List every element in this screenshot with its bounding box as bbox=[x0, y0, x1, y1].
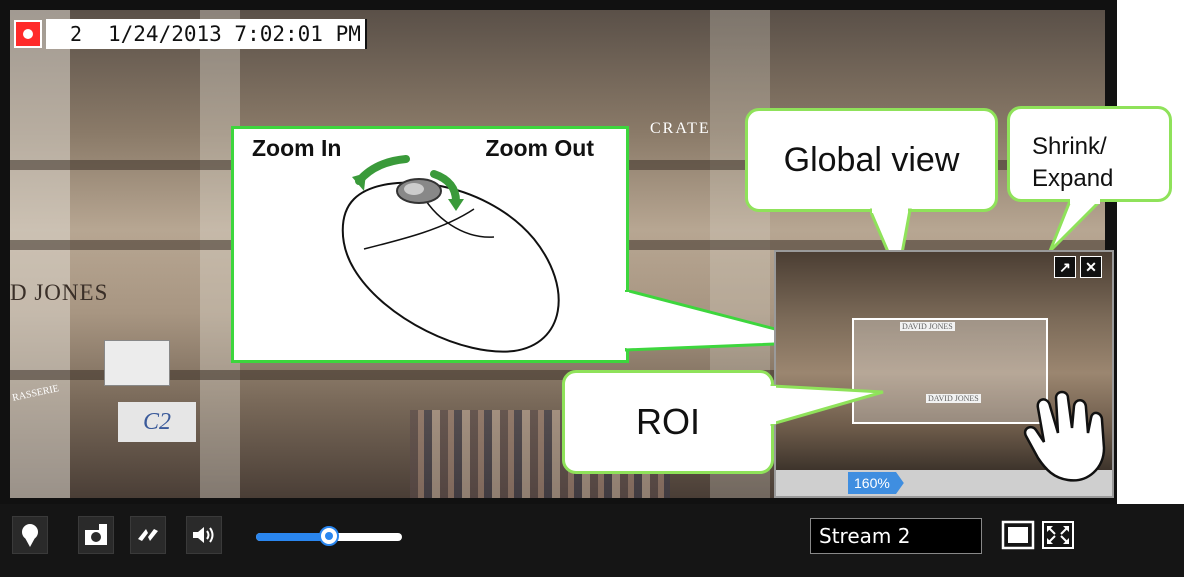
roi-label: ROI bbox=[635, 401, 700, 442]
mouse-zoom-callout: Zoom In Zoom Out bbox=[231, 126, 629, 363]
mouse-icon bbox=[341, 155, 560, 353]
control-toolbar: Stream 2 bbox=[0, 504, 1184, 577]
store-sign: D JONES bbox=[10, 280, 109, 305]
shrink-label: Shrink/ bbox=[1032, 133, 1107, 160]
snapshot-button[interactable] bbox=[78, 516, 114, 554]
timestamp: 1/24/2013 7:02:01 PM bbox=[106, 19, 367, 49]
cafe-sign bbox=[104, 340, 170, 386]
snapshot-icon bbox=[85, 524, 107, 545]
close-icon[interactable]: ✕ bbox=[1080, 256, 1102, 278]
shrink-expand-callout: Shrink/Expand bbox=[1007, 106, 1172, 202]
scene-pillar bbox=[10, 10, 70, 498]
fit-window-button[interactable] bbox=[1000, 516, 1036, 554]
record-icon[interactable] bbox=[14, 20, 42, 48]
stream-selector[interactable]: Stream 2 bbox=[810, 518, 982, 554]
volume-slider[interactable] bbox=[256, 526, 402, 546]
crate-sign: CRATE bbox=[650, 120, 711, 137]
expand-label: Expand bbox=[1032, 165, 1114, 192]
fit-window-icon bbox=[1001, 520, 1035, 550]
callout-pointer bbox=[768, 384, 884, 426]
hand-cursor-icon bbox=[1023, 390, 1106, 482]
fullscreen-button[interactable] bbox=[1040, 516, 1076, 554]
marker-icon bbox=[22, 524, 38, 547]
roi-callout: ROI bbox=[562, 370, 774, 474]
volume-slider-knob[interactable] bbox=[319, 526, 339, 546]
fullscreen-icon bbox=[1042, 521, 1074, 549]
c2-sign: C2 bbox=[118, 402, 196, 442]
volume-icon bbox=[193, 527, 214, 543]
audio-talk-button[interactable] bbox=[130, 516, 166, 554]
global-view-label: Global view bbox=[783, 141, 960, 179]
status-bar: 2 1/24/2013 7:02:01 PM bbox=[10, 10, 367, 58]
marker-button[interactable] bbox=[12, 516, 48, 554]
volume-button[interactable] bbox=[186, 516, 222, 554]
callout-pointer bbox=[1048, 196, 1100, 253]
audio-talk-icon bbox=[138, 529, 158, 541]
global-view-callout: Global view bbox=[745, 108, 998, 212]
zoom-level-badge: 160% bbox=[848, 472, 904, 494]
stream-number: 2 bbox=[46, 19, 106, 49]
expand-icon[interactable]: ↗ bbox=[1054, 256, 1076, 278]
